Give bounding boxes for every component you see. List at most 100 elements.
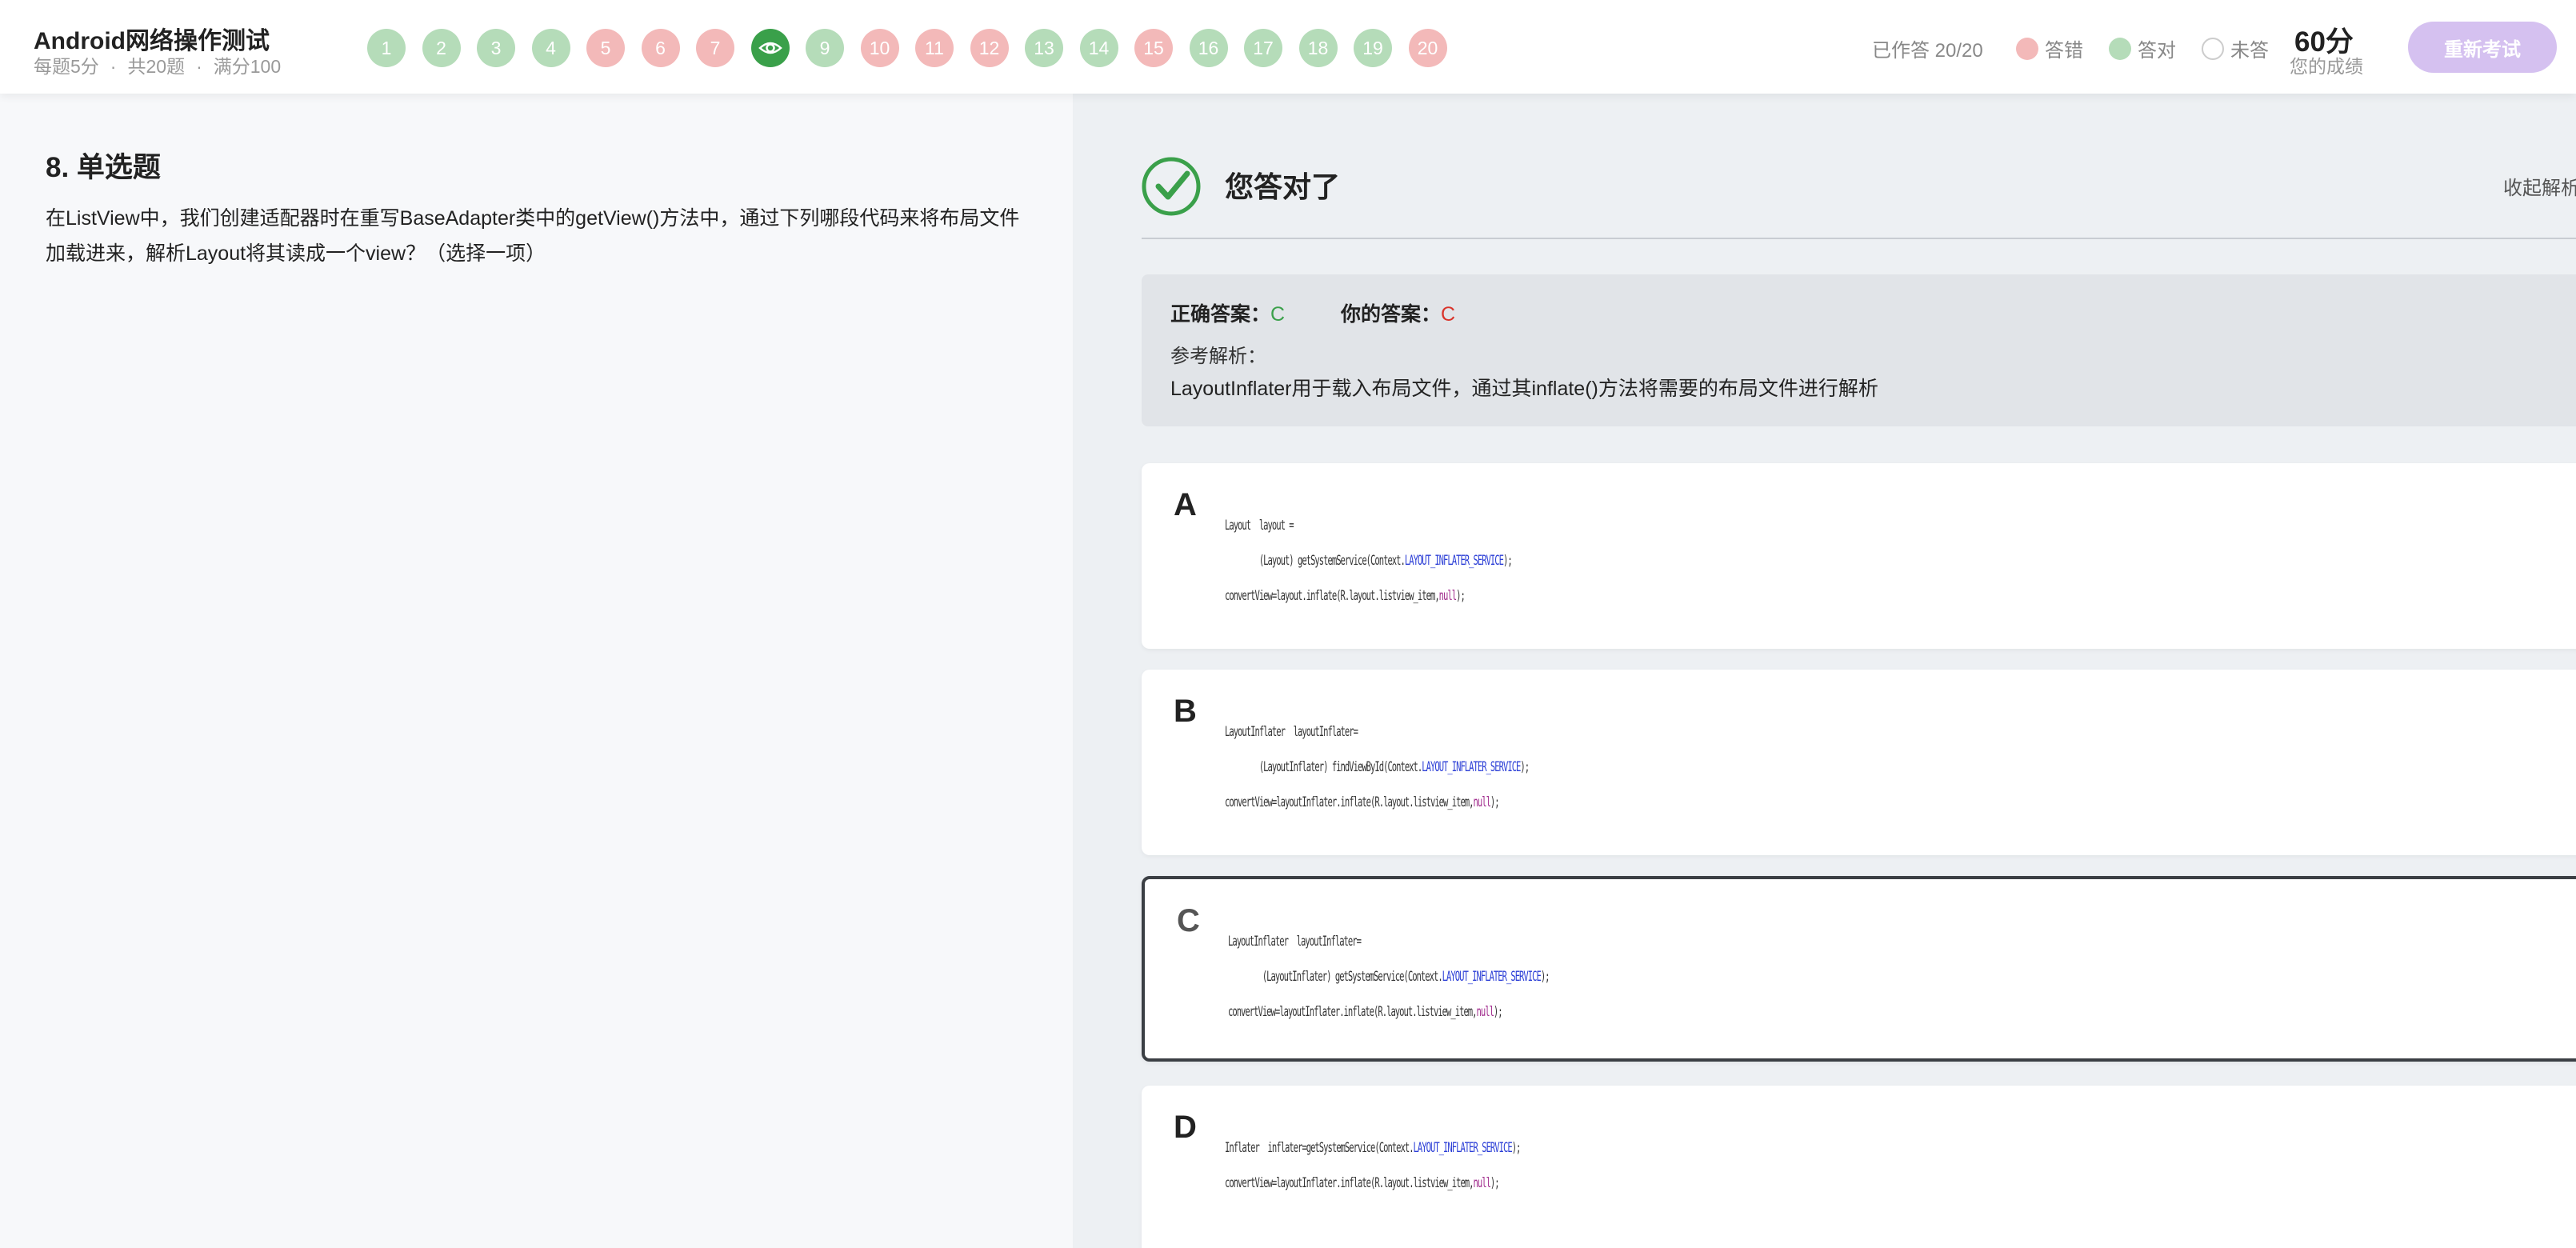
question-nav-6[interactable]: 6 xyxy=(641,29,680,67)
question-nav-14[interactable]: 14 xyxy=(1079,29,1118,67)
option-letter: D xyxy=(1174,1110,1197,1145)
score-label: 您的成绩 xyxy=(2290,56,2363,77)
code-token: ); xyxy=(1490,794,1500,810)
code-token: null xyxy=(1476,1004,1494,1020)
code-token: null xyxy=(1438,588,1457,604)
question-nav-1[interactable]: 1 xyxy=(367,29,406,67)
option-code-image: LayoutInflater layoutInflater= (LayoutIn… xyxy=(1225,714,1530,820)
code-token: convertView=layoutInflater.inflate(R.lay… xyxy=(1228,1004,1478,1020)
code-line: convertView=layoutInflater.inflate(R.lay… xyxy=(1228,994,1550,1030)
eye-icon xyxy=(758,42,782,54)
legend-unanswered: 未答 xyxy=(2202,34,2269,62)
analysis-text: LayoutInflater用于载入布局文件，通过其inflate()方法将需要… xyxy=(1170,378,1878,400)
code-token: LAYOUT_INFLATER_SERVICE xyxy=(1413,1140,1513,1156)
your-answer-value: C xyxy=(1441,303,1456,326)
analysis-box: 正确答案：C 你的答案：C 参考解析： LayoutInflater用于载入布局… xyxy=(1142,274,2576,426)
code-token: ); xyxy=(1520,759,1530,775)
code-line: Inflater inflater=getSystemService(Conte… xyxy=(1225,1130,1522,1166)
question-text: 在ListView中，我们创建适配器时在重写BaseAdapter类中的getV… xyxy=(46,207,1020,265)
answered-count: 已作答 20/20 xyxy=(1872,40,1983,62)
your-answer-label: 你的答案： xyxy=(1340,303,1441,326)
question-nav-4[interactable]: 4 xyxy=(531,29,570,67)
question-count: 共20题 xyxy=(127,56,186,77)
question-nav-12[interactable]: 12 xyxy=(970,29,1009,67)
code-token: Layout layout = xyxy=(1225,518,1294,534)
option-code-image: Inflater inflater=getSystemService(Conte… xyxy=(1225,1130,1522,1201)
legend-wrong-label: 答错 xyxy=(2045,40,2083,62)
question-title: 8. 单选题 xyxy=(46,152,161,183)
unanswered-swatch xyxy=(2202,37,2224,60)
option-letter: B xyxy=(1174,694,1197,729)
check-circle-icon xyxy=(1142,157,1201,216)
code-token: ); xyxy=(1490,1175,1500,1191)
legend-wrong: 答错 xyxy=(2016,34,2083,62)
correct-swatch xyxy=(2109,37,2131,60)
option-letter: A xyxy=(1174,487,1197,522)
code-token: LAYOUT_INFLATER_SERVICE xyxy=(1442,969,1542,985)
question-nav-16[interactable]: 16 xyxy=(1189,29,1228,67)
question-nav-15[interactable]: 15 xyxy=(1134,29,1173,67)
option-letter: C xyxy=(1177,903,1200,938)
question-nav-9[interactable]: 9 xyxy=(806,29,844,67)
question-nav-11[interactable]: 11 xyxy=(915,29,954,67)
answer-pane: 您答对了 收起解析 正确答案：C 你的答案：C 参考解析： LayoutInfl… xyxy=(1073,94,2576,1248)
question-nav-20[interactable]: 20 xyxy=(1408,29,1447,67)
code-token: LAYOUT_INFLATER_SERVICE xyxy=(1422,759,1521,775)
question-nav-7[interactable]: 7 xyxy=(696,29,734,67)
code-line: LayoutInflater layoutInflater= xyxy=(1225,714,1529,750)
option-b[interactable]: B LayoutInflater layoutInflater= (LayoutI… xyxy=(1142,670,2576,855)
code-token: LayoutInflater layoutInflater= xyxy=(1225,724,1358,740)
question-nav-5[interactable]: 5 xyxy=(586,29,625,67)
question-nav-2[interactable]: 2 xyxy=(422,29,461,67)
option-d[interactable]: D Inflater inflater=getSystemService(Cont… xyxy=(1142,1086,2576,1248)
option-code-image: Layout layout = (Layout) getSystemServic… xyxy=(1225,508,1513,614)
code-token: LayoutInflater layoutInflater= xyxy=(1228,934,1362,950)
question-nav-10[interactable]: 10 xyxy=(860,29,899,67)
top-bar: Android网络操作测试 每题5分 · 共20题 · 满分100 1 2 3 4 5 6 7 9 10… xyxy=(0,0,2576,94)
question-nav-19[interactable]: 19 xyxy=(1354,29,1392,67)
points-per-question: 每题5分 xyxy=(34,56,99,77)
code-token: (LayoutInflater) findViewById(Context. xyxy=(1225,759,1422,775)
code-token: Inflater inflater=getSystemService(Conte… xyxy=(1225,1140,1414,1156)
retake-button[interactable]: 重新考试 xyxy=(2408,22,2557,73)
code-token: convertView=layoutInflater.inflate(R.lay… xyxy=(1225,1175,1474,1191)
code-line: convertView=layoutInflater.inflate(R.lay… xyxy=(1225,785,1529,820)
question-nav-17[interactable]: 17 xyxy=(1244,29,1282,67)
code-token: null xyxy=(1473,1175,1491,1191)
correct-answer-value: C xyxy=(1270,303,1286,326)
result-status: 您答对了 xyxy=(1225,170,1341,203)
code-token: (LayoutInflater) getSystemService(Contex… xyxy=(1228,969,1443,985)
question-nav-18[interactable]: 18 xyxy=(1298,29,1338,67)
full-score: 满分100 xyxy=(213,56,282,77)
code-token: ); xyxy=(1540,969,1550,985)
option-c[interactable]: C LayoutInflater layoutInflater= (LayoutI… xyxy=(1142,876,2576,1062)
option-a[interactable]: A Layout layout = (Layout) getSystemServi… xyxy=(1142,463,2576,649)
code-token: ); xyxy=(1456,588,1466,604)
question-nav-current[interactable] xyxy=(750,29,790,67)
code-token: null xyxy=(1473,794,1491,810)
collapse-analysis-link[interactable]: 收起解析 xyxy=(2503,172,2576,200)
code-token: ); xyxy=(1493,1004,1503,1020)
code-token: LAYOUT_INFLATER_SERVICE xyxy=(1404,553,1504,569)
code-line: convertView=layoutInflater.inflate(R.lay… xyxy=(1225,1166,1520,1201)
separator: · xyxy=(196,56,202,77)
answer-summary: 正确答案：C 你的答案：C xyxy=(1170,298,1455,327)
question-nav-13[interactable]: 13 xyxy=(1025,29,1063,67)
code-token: ); xyxy=(1511,1140,1522,1156)
analysis-label: 参考解析： xyxy=(1170,346,1266,367)
question-nav-3[interactable]: 3 xyxy=(477,29,515,67)
code-token: convertView=layoutInflater.inflate(R.lay… xyxy=(1225,794,1474,810)
code-line: LayoutInflater layoutInflater= xyxy=(1228,924,1550,959)
code-line: (Layout) getSystemService(Context.LAYOUT… xyxy=(1225,543,1513,578)
code-token: convertView=layout.inflate(R.layout.list… xyxy=(1225,588,1440,604)
wrong-swatch xyxy=(2016,37,2038,60)
legend-correct-label: 答对 xyxy=(2138,40,2176,62)
code-token: (Layout) getSystemService(Context. xyxy=(1225,553,1406,569)
divider xyxy=(1142,238,2576,239)
option-code-image: LayoutInflater layoutInflater= (LayoutIn… xyxy=(1228,924,1550,1030)
code-line: convertView=layout.inflate(R.layout.list… xyxy=(1225,578,1512,614)
question-pane: 8. 单选题 在ListView中，我们创建适配器时在重写BaseAdapter… xyxy=(0,94,1073,1248)
quiz-summary: 每题5分 · 共20题 · 满分100 xyxy=(34,51,281,78)
code-line: Layout layout = xyxy=(1225,508,1512,543)
code-line: (LayoutInflater) findViewById(Context.LA… xyxy=(1225,750,1530,785)
